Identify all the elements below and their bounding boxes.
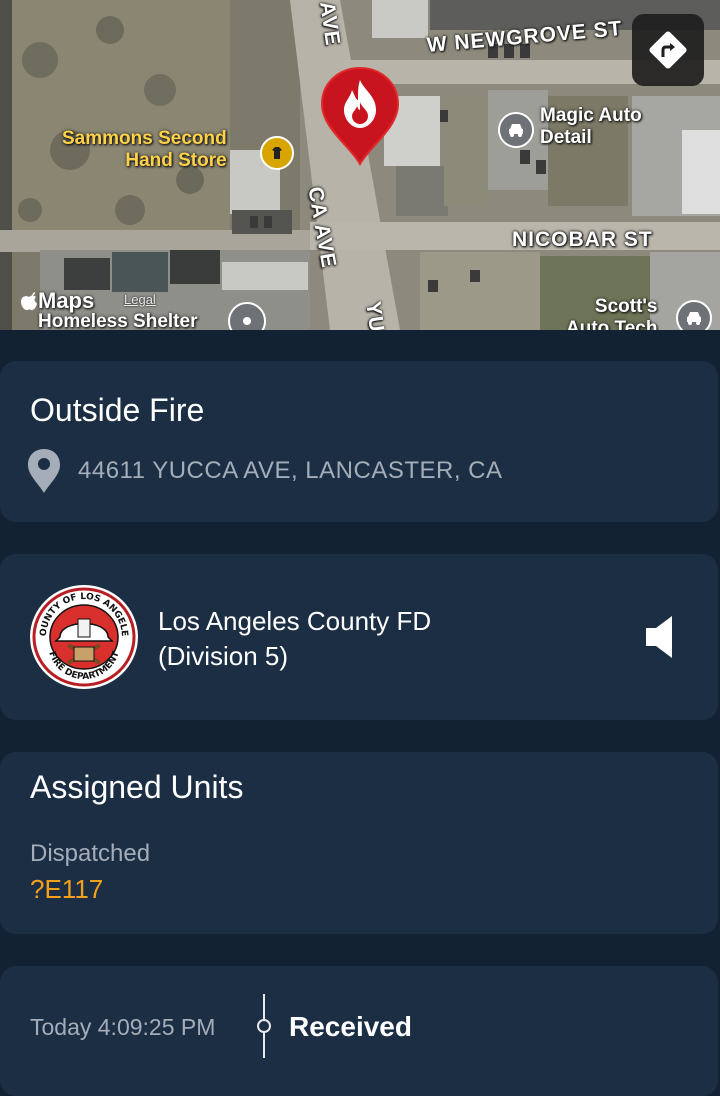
incident-card (0, 361, 718, 522)
timeline-node (257, 1019, 271, 1033)
incident-map-pin[interactable] (320, 66, 400, 167)
shopping-bag-icon[interactable] (260, 136, 294, 170)
unit-status-label: Dispatched (30, 840, 151, 867)
timeline-event: Received (289, 1011, 412, 1042)
directions-button[interactable] (632, 14, 704, 86)
apple-logo-icon (21, 292, 37, 311)
unit-id[interactable]: ?E117 (30, 874, 103, 905)
car-icon[interactable] (498, 112, 534, 148)
agency-name-line1: Los Angeles County FD (158, 606, 432, 636)
car-icon[interactable] (676, 300, 712, 330)
poi-sammons-second-hand-store[interactable]: Sammons Second Hand Store (62, 128, 227, 172)
street-label-yucca-ave-bottom: YU (361, 300, 389, 330)
speaker-icon (646, 616, 672, 658)
legal-link[interactable]: Legal (124, 292, 156, 307)
incident-address: 44611 YUCCA AVE, LANCASTER, CA (78, 457, 503, 484)
poi-scotts-auto-tech[interactable]: Scott's Auto Tech (566, 296, 657, 330)
maps-brand-text: Maps (38, 288, 95, 313)
location-pin-icon (28, 449, 60, 493)
street-label-nicobar: NICOBAR ST (512, 228, 653, 251)
agency-name-line2: (Division 5) (158, 641, 289, 671)
assigned-units-title: Assigned Units (30, 769, 244, 805)
incident-location[interactable]: 44611 YUCCA AVE, LANCASTER, CA (26, 447, 503, 495)
incident-type-title: Outside Fire (30, 392, 205, 428)
directions-icon (649, 31, 687, 69)
map-view[interactable]: W NEWGROVE ST NICOBAR ST CA AVE AVE YU S… (0, 0, 720, 330)
timeline-timestamp: Today 4:09:25 PM (30, 1014, 216, 1040)
maps-attribution: Maps (20, 288, 94, 314)
poi-magic-auto-detail[interactable]: Magic Auto Detail (540, 105, 642, 149)
audio-button[interactable] (644, 614, 676, 660)
agency-name: Los Angeles County FD (Division 5) (158, 604, 431, 674)
la-county-fire-department-logo: COUNTY OF LOS ANGELES FIRE DEPARTMENT (25, 576, 140, 691)
